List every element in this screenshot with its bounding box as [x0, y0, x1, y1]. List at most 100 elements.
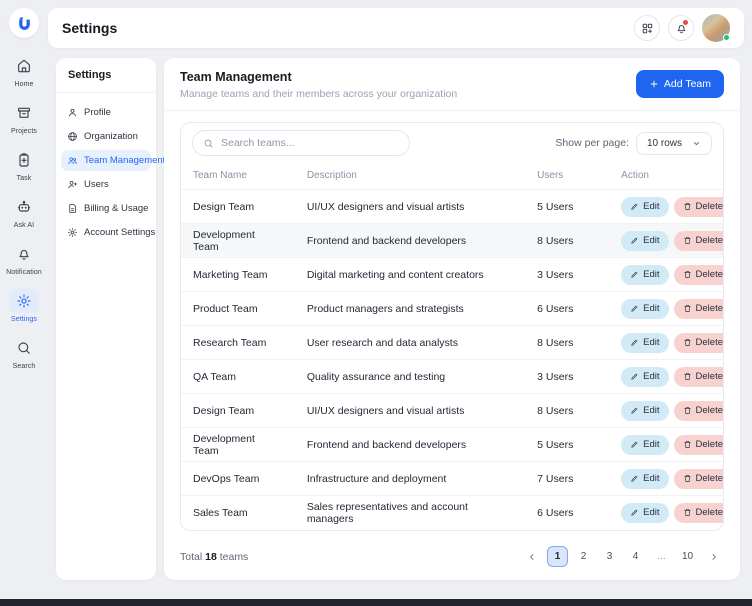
delete-button[interactable]: Delete: [673, 502, 723, 523]
edit-button[interactable]: Edit: [621, 332, 669, 353]
sidebar-item-label: Organization: [84, 131, 138, 142]
team-action-cell: Edit Delete: [609, 325, 723, 360]
user-avatar[interactable]: [702, 14, 730, 42]
sidebar-item-billing-usage[interactable]: Billing & Usage: [61, 198, 151, 219]
delete-button[interactable]: Delete: [673, 366, 723, 387]
sidebar-item-label: Team Management: [84, 155, 166, 166]
apps-add-icon: [642, 23, 652, 33]
team-row: Design Team UI/UX designers and visual ar…: [181, 393, 723, 428]
page-button-3[interactable]: 3: [599, 546, 620, 567]
delete-button[interactable]: Delete: [673, 332, 723, 353]
edit-button[interactable]: Edit: [621, 468, 669, 489]
delete-button[interactable]: Delete: [673, 196, 723, 217]
sidebar-item-organization[interactable]: Organization: [61, 126, 151, 147]
team-row: Research Team User research and data anal…: [181, 325, 723, 360]
edit-button[interactable]: Edit: [621, 502, 669, 523]
team-users-cell: 8 Users: [525, 393, 610, 428]
trash-icon: [683, 406, 691, 414]
app-rail: Home Projects Task Ask AI Notification S…: [0, 0, 48, 600]
delete-label: Delete: [695, 269, 723, 280]
page-button-4[interactable]: 4: [625, 546, 646, 567]
panel-title: Team Management: [180, 70, 292, 84]
total-teams-text: Total 18 teams: [180, 550, 249, 563]
table-toolbar: Show per page: 10 rows: [181, 123, 723, 163]
team-row: Product Team Product managers and strateg…: [181, 291, 723, 326]
page-button-1[interactable]: 1: [547, 546, 568, 567]
notification-badge: [683, 20, 688, 25]
rail-item-notification[interactable]: Notification: [6, 242, 42, 276]
sidebar-item-profile[interactable]: Profile: [61, 102, 151, 123]
search-box[interactable]: [192, 130, 410, 156]
rail-item-projects[interactable]: Projects: [6, 101, 42, 135]
sidebar-item-label: Users: [84, 179, 109, 190]
rail-item-settings[interactable]: Settings: [6, 289, 42, 323]
team-name-cell: Design Team: [181, 393, 295, 428]
pencil-icon: [631, 305, 638, 312]
pagination: 1 2 3 4... 10: [521, 546, 724, 567]
page-button-10[interactable]: 10: [677, 546, 698, 567]
team-action-cell: Edit Delete: [609, 461, 723, 496]
sidebar-item-label: Account Settings: [84, 227, 156, 238]
askai-icon: [17, 200, 31, 212]
chevron-right-icon: [712, 553, 716, 560]
sidebar-item-account-settings[interactable]: Account Settings: [61, 222, 155, 243]
per-page-select[interactable]: 10 rows: [635, 131, 712, 155]
team-name-cell: Development Team: [181, 223, 295, 258]
delete-button[interactable]: Delete: [673, 230, 723, 251]
edit-button[interactable]: Edit: [621, 196, 669, 217]
delete-button[interactable]: Delete: [673, 298, 723, 319]
bell-icon: [19, 249, 29, 260]
rail-item-task[interactable]: Task: [6, 148, 42, 182]
edit-label: Edit: [643, 235, 660, 246]
delete-label: Delete: [695, 405, 723, 416]
search-icon: [204, 139, 213, 148]
edit-label: Edit: [643, 371, 660, 382]
column-header-users: Users: [525, 163, 610, 190]
delete-label: Delete: [695, 439, 723, 450]
panel-subtitle: Manage teams and their members across yo…: [180, 88, 458, 100]
team-description-cell: Infrastructure and deployment: [294, 461, 526, 496]
app-logo[interactable]: [9, 8, 39, 38]
team-name-cell: DevOps Team: [181, 461, 295, 496]
edit-button[interactable]: Edit: [621, 434, 669, 455]
total-teams-count: 18: [205, 550, 217, 563]
apps-add-button[interactable]: [634, 15, 660, 41]
edit-button[interactable]: Edit: [621, 366, 669, 387]
bottom-bar: [0, 599, 752, 606]
team-description-cell: Frontend and backend developers: [294, 223, 526, 258]
page-button-2[interactable]: 2: [573, 546, 594, 567]
sidebar-item-team-management[interactable]: Team Management: [61, 150, 165, 171]
trash-icon: [683, 304, 691, 312]
settings-sidebar: Settings Profile Organization Team Managem…: [56, 58, 165, 580]
delete-button[interactable]: Delete: [673, 468, 723, 489]
chevron-down-icon: [693, 141, 700, 145]
edit-button[interactable]: Edit: [621, 230, 669, 251]
edit-button[interactable]: Edit: [621, 298, 669, 319]
delete-button[interactable]: Delete: [673, 400, 723, 421]
teams-table-container: Show per page: 10 rows Team NameDescript…: [180, 122, 724, 531]
delete-button[interactable]: Delete: [673, 264, 723, 285]
rail-item-ask-ai[interactable]: Ask AI: [6, 195, 42, 229]
edit-label: Edit: [643, 201, 660, 212]
edit-button[interactable]: Edit: [621, 400, 669, 421]
prev-page-button[interactable]: [521, 546, 542, 567]
notifications-button[interactable]: [668, 15, 694, 41]
edit-button[interactable]: Edit: [621, 264, 669, 285]
next-page-button[interactable]: [703, 546, 724, 567]
team-description-cell: Product managers and strategists: [294, 291, 526, 326]
search-input[interactable]: [221, 137, 399, 149]
rail-item-label: Task: [16, 175, 32, 182]
delete-button[interactable]: Delete: [673, 434, 723, 455]
rail-item-home[interactable]: Home: [6, 54, 42, 88]
rail-item-search[interactable]: Search: [6, 336, 42, 370]
trash-icon: [683, 509, 691, 517]
gear-icon: [67, 227, 78, 238]
team-row: DevOps Team Infrastructure and deployment…: [181, 461, 723, 496]
globe-icon: [68, 132, 77, 141]
add-team-button[interactable]: Add Team: [635, 70, 724, 98]
delete-label: Delete: [695, 303, 723, 314]
per-page-value: 10 rows: [646, 137, 682, 149]
delete-label: Delete: [695, 371, 723, 382]
sidebar-item-users[interactable]: Users: [61, 174, 151, 195]
delete-label: Delete: [695, 337, 723, 348]
